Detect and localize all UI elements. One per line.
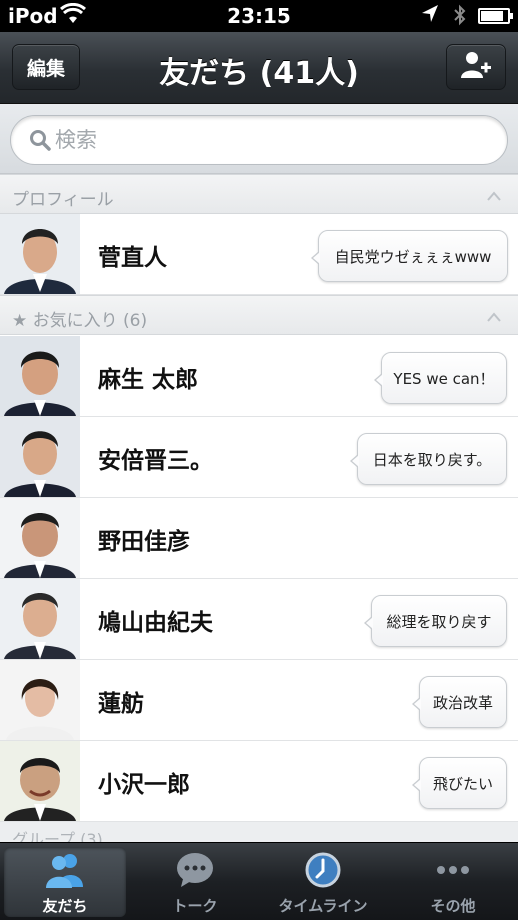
avatar — [0, 660, 80, 740]
friend-name: 鳩山由紀夫 — [98, 610, 213, 636]
location-arrow-icon — [420, 3, 440, 30]
bluetooth-icon — [452, 3, 468, 32]
tab-label: タイムライン — [278, 897, 368, 915]
section-label: プロフィール — [12, 190, 114, 210]
avatar — [0, 417, 80, 497]
friend-row[interactable]: 蓮舫 政治改革 — [0, 660, 518, 741]
friend-row[interactable]: 鳩山由紀夫 総理を取り戻す — [0, 579, 518, 660]
battery-icon — [478, 8, 513, 24]
friend-name: 蓮舫 — [98, 691, 144, 717]
section-label: ★ お気に入り (6) — [12, 311, 148, 331]
tab-friends[interactable]: 友だち — [4, 847, 126, 917]
search-bar — [0, 104, 518, 174]
navigation-bar: 編集 友だち (41人) — [0, 32, 518, 104]
avatar — [0, 498, 80, 578]
status-bar: iPod 23:15 — [0, 0, 518, 32]
clock-time: 23:15 — [227, 4, 291, 28]
friend-row[interactable]: 野田佳彦 — [0, 498, 518, 579]
avatar — [0, 214, 80, 294]
tab-label: トーク — [172, 897, 218, 915]
friends-icon — [45, 851, 85, 889]
status-message-bubble: 飛びたい — [412, 757, 507, 809]
section-header-profile[interactable]: プロフィール — [0, 174, 518, 214]
tab-more[interactable]: その他 — [392, 847, 514, 917]
tab-talk[interactable]: トーク — [134, 847, 256, 917]
more-icon — [433, 851, 473, 889]
search-icon — [29, 129, 51, 155]
edit-button[interactable]: 編集 — [12, 44, 80, 90]
add-friend-button[interactable] — [446, 44, 506, 90]
search-field[interactable] — [10, 115, 508, 165]
section-header-favorites[interactable]: ★ お気に入り (6) — [0, 295, 518, 335]
add-friend-icon — [460, 50, 492, 85]
tab-timeline[interactable]: タイムライン — [262, 847, 384, 917]
avatar — [0, 579, 80, 659]
section-header-groups[interactable]: グループ (3) — [0, 822, 518, 844]
friends-screen: iPod 23:15 編集 友だち (41人) プ — [0, 0, 518, 920]
friend-row[interactable]: 麻生 太郎 YES we can！ — [0, 336, 518, 417]
friend-name: 野田佳彦 — [98, 529, 190, 555]
friend-row[interactable]: 小沢一郎 飛びたい — [0, 741, 518, 822]
clock-icon — [303, 851, 343, 889]
profile-row[interactable]: 菅直人 自民党ウゼぇぇぇwww — [0, 214, 518, 295]
friend-name: 小沢一郎 — [98, 772, 190, 798]
avatar — [0, 336, 80, 416]
chat-icon — [175, 851, 215, 889]
status-message-bubble: 政治改革 — [412, 676, 507, 728]
tab-label: 友だち — [42, 897, 88, 915]
page-title: 友だち (41人) — [159, 56, 359, 91]
status-message-bubble: 総理を取り戻す — [364, 595, 507, 647]
status-message-bubble: 自民党ウゼぇぇぇwww — [311, 230, 508, 282]
friend-row[interactable]: 安倍晋三。 日本を取り戻す。 — [0, 417, 518, 498]
chevron-up-icon — [486, 308, 502, 328]
avatar — [0, 741, 80, 821]
friend-name: 安倍晋三。 — [98, 448, 213, 474]
status-message-bubble: YES we can！ — [374, 352, 507, 404]
status-message-bubble: 日本を取り戻す。 — [350, 433, 507, 485]
tab-bar: 友だち トーク タイムライン その他 — [0, 842, 518, 920]
friend-name: 麻生 太郎 — [98, 367, 199, 393]
tab-label: その他 — [430, 897, 476, 915]
search-input[interactable] — [55, 124, 475, 156]
chevron-up-icon — [486, 187, 502, 207]
friend-name: 菅直人 — [98, 245, 167, 271]
